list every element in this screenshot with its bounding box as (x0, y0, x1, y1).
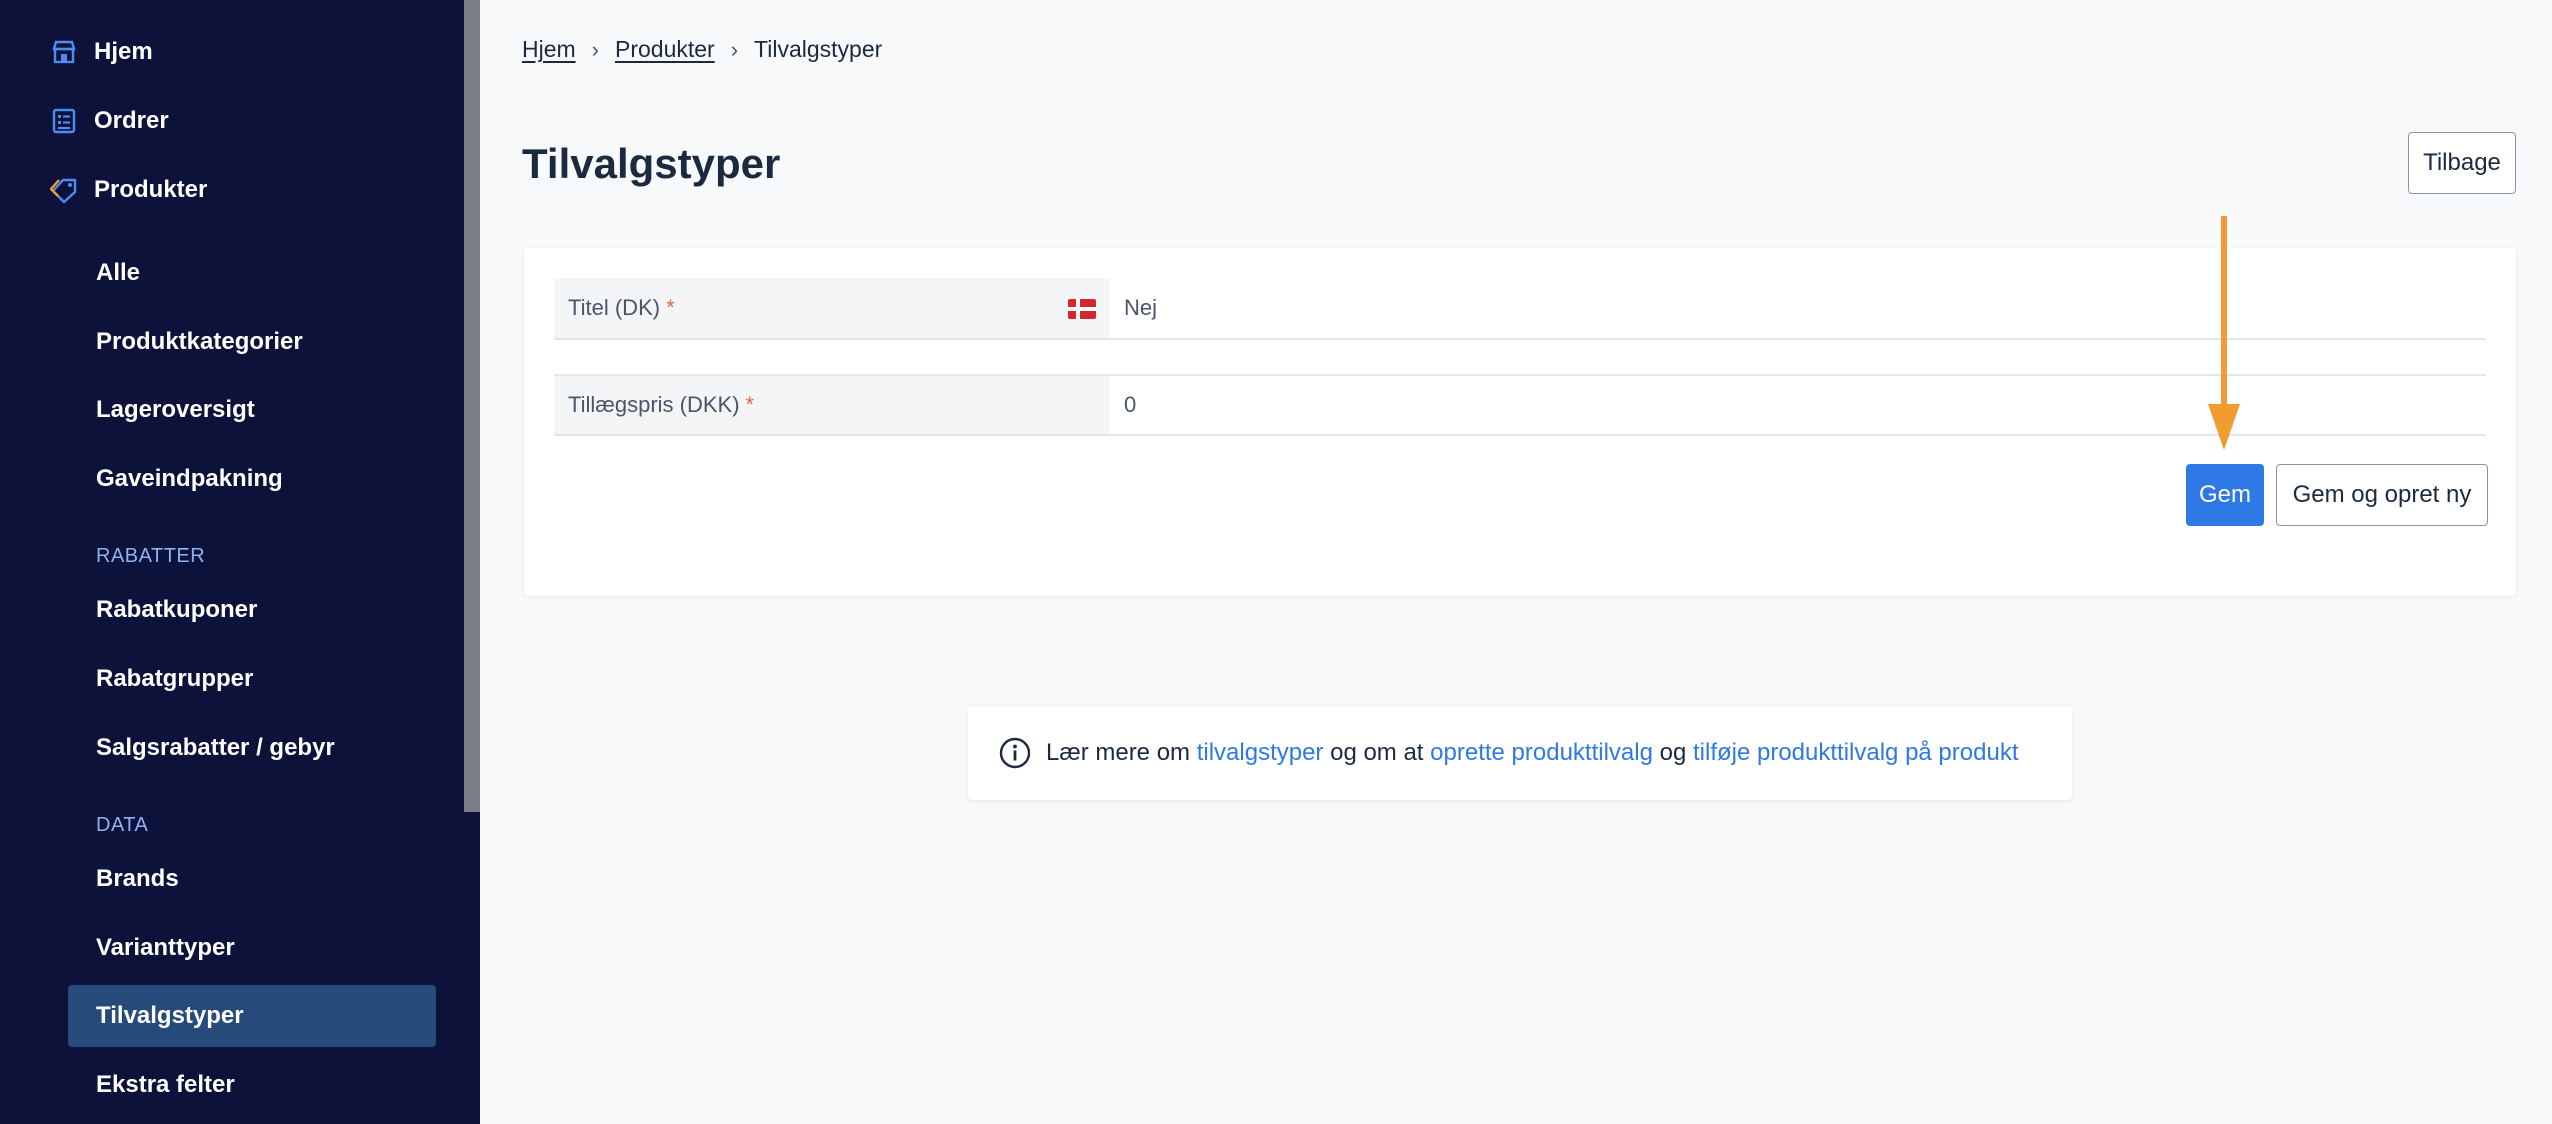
sidebar-item-label: Produkter (94, 176, 208, 203)
field-label-text: Tillægspris (DKK) (568, 392, 740, 417)
info-icon (999, 737, 1031, 769)
sidebar-item-gaveindpakning[interactable]: Gaveindpakning (68, 448, 436, 510)
form-row-tillaegspris: Tillægspris (DKK) * 0 (554, 374, 2486, 436)
sidebar-scrollbar[interactable] (464, 0, 480, 1124)
sidebar-item-hjem[interactable]: Hjem (48, 32, 153, 72)
chevron-right-icon: › (730, 36, 739, 62)
sidebar: Hjem Ordrer Produkter Alle Produktkatego… (0, 0, 480, 1124)
sidebar-item-produktkategorier[interactable]: Produktkategorier (68, 311, 436, 373)
section-heading-data: DATA (96, 814, 149, 836)
info-text: og (1652, 739, 1693, 766)
breadcrumb-hjem-link[interactable]: Hjem (522, 36, 576, 63)
save-and-create-new-button[interactable]: Gem og opret ny (2276, 464, 2488, 526)
save-button[interactable]: Gem (2186, 464, 2264, 526)
section-heading-rabatter: RABATTER (96, 545, 206, 567)
required-mark: * (745, 392, 755, 417)
sidebar-item-label: Ordrer (94, 107, 169, 134)
sidebar-item-ekstra-felter[interactable]: Ekstra felter (68, 1054, 436, 1116)
tilvalgstyper-link[interactable]: tilvalgstyper (1197, 739, 1324, 767)
sidebar-item-produkter[interactable]: Produkter (48, 170, 207, 210)
orders-icon (48, 105, 80, 137)
sidebar-item-label: Hjem (94, 38, 153, 65)
field-label: Titel (DK) * (554, 278, 1110, 338)
shop-icon (48, 36, 80, 68)
back-button[interactable]: Tilbage (2408, 132, 2516, 194)
sidebar-item-lageroversigt[interactable]: Lageroversigt (68, 379, 436, 441)
annotation-arrow (2221, 216, 2227, 406)
breadcrumb-current: Tilvalgstyper (754, 36, 883, 62)
tag-icon (48, 174, 80, 206)
field-label-text: Titel (DK) (568, 295, 661, 320)
chevron-right-icon: › (591, 36, 599, 62)
breadcrumb-produkter-link[interactable]: Produkter (615, 36, 715, 63)
required-mark: * (666, 295, 675, 320)
sidebar-item-rabatgrupper[interactable]: Rabatgrupper (68, 648, 436, 710)
page-title: Tilvalgstyper (522, 140, 781, 187)
info-box: Lær mere om tilvalgstyper og om at opret… (968, 706, 2072, 800)
form-row-titel: Titel (DK) * Nej (554, 278, 2486, 340)
tilfoeje-produkttilvalg-link[interactable]: tilføje produkttilvalg på produkt (1693, 739, 2019, 767)
tillaegspris-input[interactable]: 0 (1124, 376, 1136, 434)
info-text: og om at (1323, 739, 1431, 766)
breadcrumb: Hjem › Produkter › Tilvalgstyper (522, 36, 882, 63)
sidebar-item-varianttyper[interactable]: Varianttyper (68, 917, 436, 979)
scrollbar-thumb[interactable] (464, 0, 480, 812)
sidebar-item-alle[interactable]: Alle (68, 242, 436, 304)
info-text: Lær mere om (1046, 739, 1197, 766)
dk-flag-icon[interactable] (1068, 299, 1096, 319)
sidebar-item-tilvalgstyper[interactable]: Tilvalgstyper (68, 985, 436, 1047)
sidebar-item-rabatkuponer[interactable]: Rabatkuponer (68, 579, 436, 641)
sidebar-item-ordrer[interactable]: Ordrer (48, 101, 169, 141)
annotation-arrow-head (2208, 404, 2240, 450)
sidebar-item-brands[interactable]: Brands (68, 848, 436, 910)
field-label: Tillægspris (DKK) * (554, 376, 1110, 434)
sidebar-item-salgsrabatter[interactable]: Salgsrabatter / gebyr (68, 717, 436, 779)
oprette-produkttilvalg-link[interactable]: oprette produkttilvalg (1430, 739, 1653, 767)
titel-input[interactable]: Nej (1124, 278, 1157, 338)
